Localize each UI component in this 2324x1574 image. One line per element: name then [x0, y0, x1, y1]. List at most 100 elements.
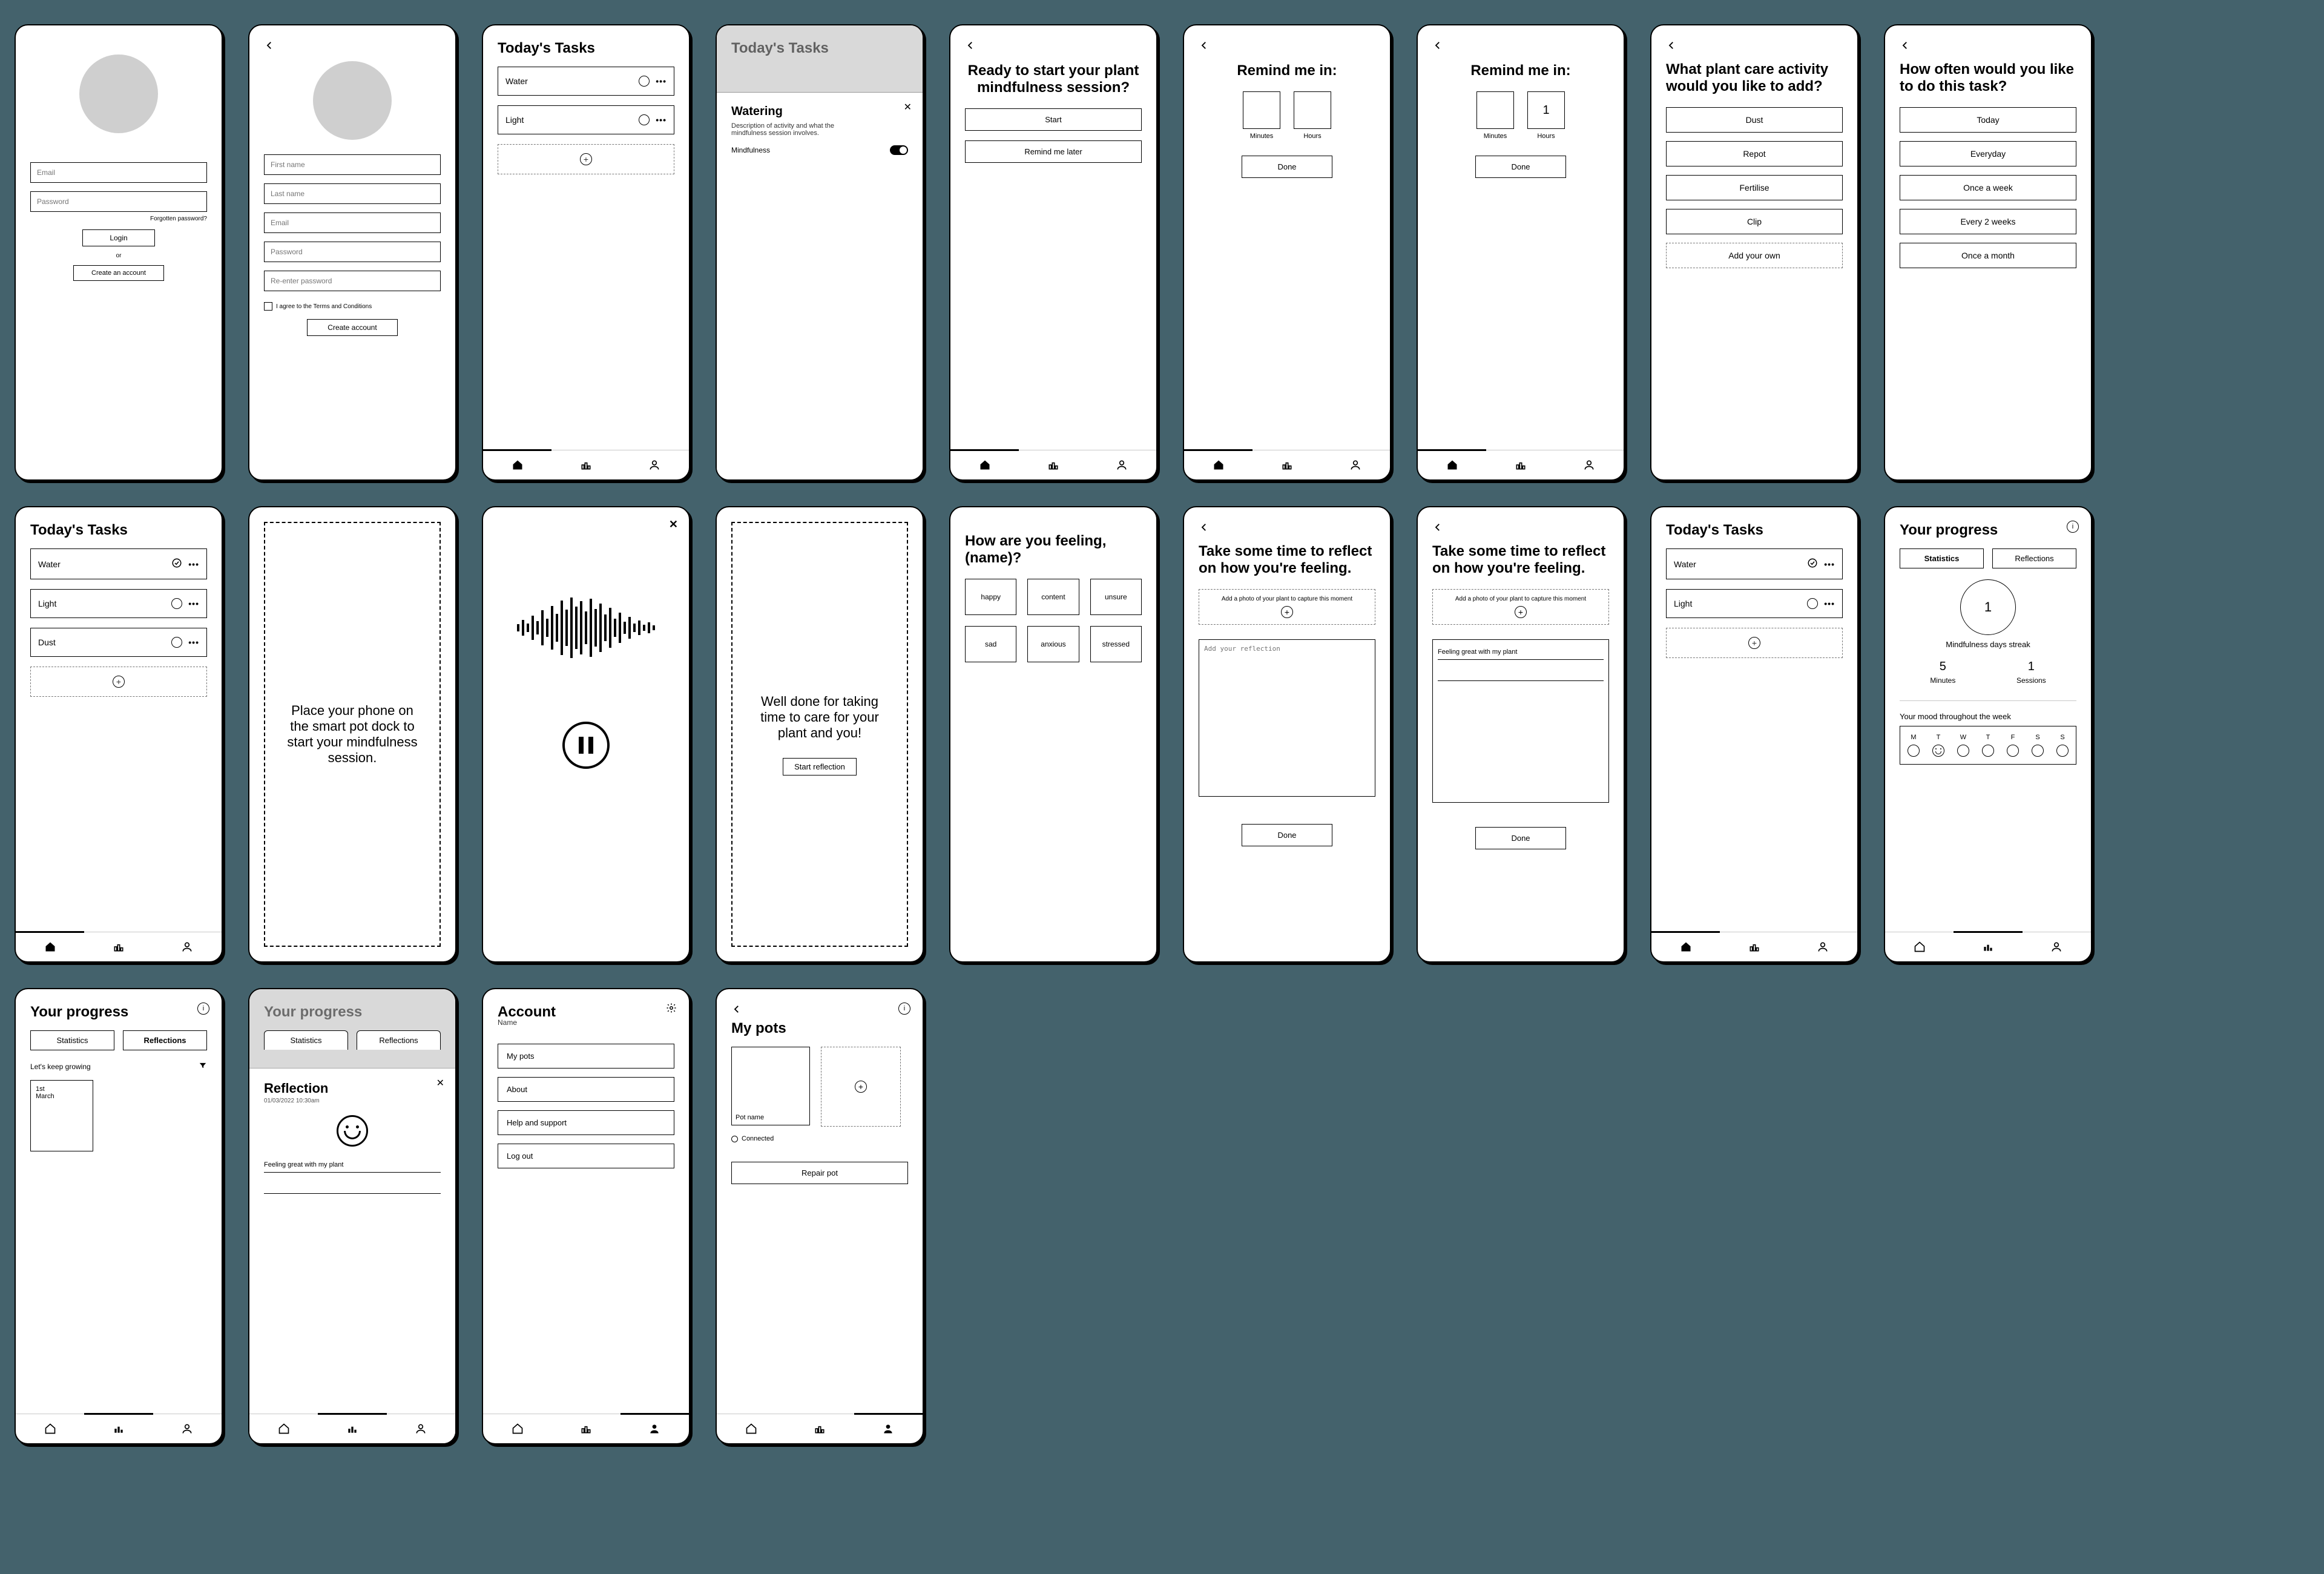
pause-button[interactable] [562, 722, 610, 769]
done-button[interactable]: Done [1475, 156, 1566, 178]
reflection-textarea[interactable] [1199, 639, 1375, 797]
back-icon[interactable] [264, 40, 275, 54]
more-icon[interactable]: ••• [656, 76, 667, 86]
done-button[interactable]: Done [1242, 156, 1332, 178]
tab-stats[interactable] [1954, 932, 2022, 961]
last-name-field[interactable] [264, 183, 441, 204]
back-icon[interactable] [1900, 40, 1911, 54]
tab-profile[interactable] [854, 1414, 923, 1443]
tab-home[interactable] [483, 1414, 551, 1443]
reflection-card[interactable]: 1st March [30, 1080, 93, 1151]
more-icon[interactable]: ••• [188, 599, 199, 608]
tab-home[interactable] [1418, 450, 1486, 479]
tab-reflections[interactable]: Reflections [123, 1030, 207, 1050]
close-icon[interactable]: ✕ [904, 101, 912, 113]
row-about[interactable]: About [498, 1077, 674, 1102]
mindfulness-toggle[interactable] [890, 145, 908, 155]
option-today[interactable]: Today [1900, 107, 2076, 133]
more-icon[interactable]: ••• [656, 115, 667, 125]
option-clip[interactable]: Clip [1666, 209, 1843, 234]
option-two-weeks[interactable]: Every 2 weeks [1900, 209, 2076, 234]
tab-profile[interactable] [1555, 450, 1624, 479]
task-light[interactable]: Light ••• [1666, 589, 1843, 618]
feeling-anxious[interactable]: anxious [1027, 626, 1079, 662]
task-water[interactable]: Water ••• [30, 548, 207, 579]
tab-profile[interactable] [621, 450, 689, 479]
tab-stats[interactable] [551, 450, 620, 479]
add-task-button[interactable]: + [1666, 628, 1843, 658]
option-once-week[interactable]: Once a week [1900, 175, 2076, 200]
tab-home[interactable] [16, 932, 84, 961]
back-icon[interactable] [731, 1004, 742, 1018]
task-dust[interactable]: Dust ••• [30, 628, 207, 657]
option-once-month[interactable]: Once a month [1900, 243, 2076, 268]
forgot-password-link[interactable]: Forgotten password? [30, 216, 207, 222]
more-icon[interactable]: ••• [1824, 559, 1835, 569]
password-field[interactable] [264, 242, 441, 262]
remind-later-button[interactable]: Remind me later [965, 140, 1142, 163]
task-light[interactable]: Light ••• [498, 105, 674, 134]
option-everyday[interactable]: Everyday [1900, 141, 2076, 166]
done-button[interactable]: Done [1242, 824, 1332, 846]
more-icon[interactable]: ••• [188, 559, 199, 569]
tab-stats[interactable] [1486, 450, 1555, 479]
tab-profile[interactable] [621, 1414, 689, 1443]
tab-stats[interactable] [84, 932, 153, 961]
tab-stats[interactable] [84, 1414, 153, 1443]
add-task-button[interactable]: + [498, 144, 674, 174]
back-icon[interactable] [1432, 522, 1443, 536]
tab-stats[interactable] [1019, 450, 1087, 479]
done-button[interactable]: Done [1475, 827, 1566, 849]
option-add-own[interactable]: Add your own [1666, 243, 1843, 268]
tab-statistics[interactable]: Statistics [1900, 548, 1984, 568]
tab-profile[interactable] [1088, 450, 1156, 479]
task-light[interactable]: Light ••• [30, 589, 207, 618]
feeling-sad[interactable]: sad [965, 626, 1016, 662]
option-dust[interactable]: Dust [1666, 107, 1843, 133]
task-water[interactable]: Water ••• [498, 67, 674, 96]
tab-stats[interactable] [1720, 932, 1788, 961]
tab-profile[interactable] [1322, 450, 1390, 479]
tab-stats[interactable] [785, 1414, 854, 1443]
option-fertilise[interactable]: Fertilise [1666, 175, 1843, 200]
back-icon[interactable] [1666, 40, 1677, 54]
tab-home[interactable] [1651, 932, 1720, 961]
tab-profile[interactable] [2023, 932, 2091, 961]
reflection-text[interactable] [264, 1157, 441, 1173]
add-pot-button[interactable]: + [821, 1047, 901, 1127]
create-account-button[interactable]: Create account [307, 319, 398, 336]
create-account-button[interactable]: Create an account [73, 265, 164, 281]
tab-statistics[interactable]: Statistics [30, 1030, 114, 1050]
tab-profile[interactable] [153, 932, 222, 961]
minutes-input[interactable] [1243, 91, 1280, 129]
reflection-line-2[interactable] [1438, 666, 1604, 681]
email-field[interactable] [30, 162, 207, 183]
tab-home[interactable] [16, 1414, 84, 1443]
task-water[interactable]: Water ••• [1666, 548, 1843, 579]
password-field[interactable] [30, 191, 207, 212]
tab-home[interactable] [483, 450, 551, 479]
back-icon[interactable] [965, 40, 976, 54]
info-icon[interactable]: i [898, 1003, 910, 1015]
add-photo-button[interactable]: Add a photo of your plant to capture thi… [1199, 589, 1375, 625]
option-repot[interactable]: Repot [1666, 141, 1843, 166]
login-button[interactable]: Login [82, 229, 155, 246]
start-reflection-button[interactable]: Start reflection [783, 758, 857, 775]
terms-checkbox-row[interactable]: I agree to the Terms and Conditions [264, 302, 441, 311]
confirm-password-field[interactable] [264, 271, 441, 291]
tab-home[interactable] [950, 450, 1019, 479]
tab-profile[interactable] [153, 1414, 222, 1443]
pot-card[interactable]: Pot name [731, 1047, 810, 1125]
close-icon[interactable]: ✕ [436, 1077, 444, 1089]
tab-stats[interactable] [318, 1414, 386, 1443]
first-name-field[interactable] [264, 154, 441, 175]
reflection-line-1[interactable] [1438, 645, 1604, 660]
info-icon[interactable]: i [197, 1003, 209, 1015]
row-help[interactable]: Help and support [498, 1110, 674, 1135]
more-icon[interactable]: ••• [188, 637, 199, 647]
gear-icon[interactable] [666, 1003, 677, 1016]
tab-home[interactable] [1184, 450, 1253, 479]
tab-reflections[interactable]: Reflections [1992, 548, 2076, 568]
reflection-text-2[interactable] [264, 1179, 441, 1194]
minutes-input[interactable] [1476, 91, 1514, 129]
